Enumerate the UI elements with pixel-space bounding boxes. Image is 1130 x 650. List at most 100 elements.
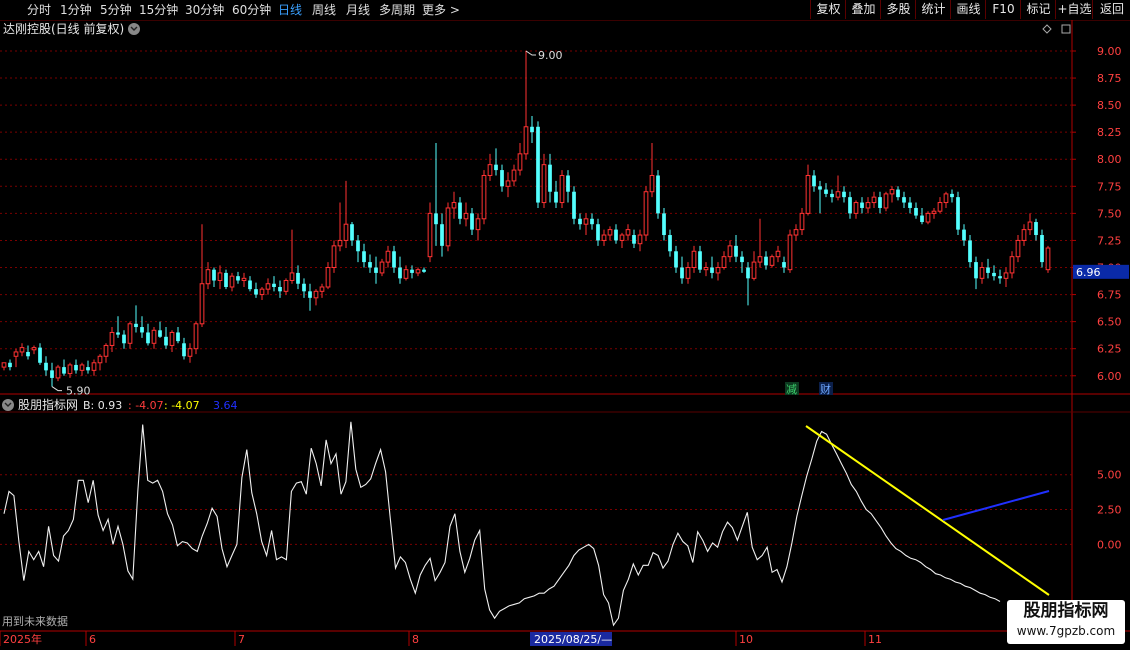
time-label-1: 6 (89, 633, 96, 646)
candle-body-25 (151, 329, 157, 344)
candle-body-170 (1021, 229, 1027, 241)
candle-42 (254, 282, 258, 298)
candle-83 (500, 164, 504, 192)
candle-141 (848, 191, 852, 219)
toolbar-button-3[interactable]: 统计 (915, 0, 951, 19)
period-tab-10[interactable]: 更多 > (422, 0, 460, 20)
candle-body-97 (583, 218, 589, 225)
candle-body-96 (578, 218, 582, 225)
period-tab-9[interactable]: 多周期 (379, 0, 415, 20)
candle-body-126 (757, 256, 763, 263)
yellow-trendline (805, 425, 1050, 596)
candle-body-39 (236, 276, 240, 281)
candle-body-105 (632, 235, 636, 244)
period-tab-3[interactable]: 15分钟 (139, 0, 178, 20)
candle-39 (236, 271, 240, 284)
candle-body-128 (769, 256, 775, 266)
candle-body-79 (475, 218, 481, 231)
candle-67 (403, 265, 409, 281)
candle-body-160 (962, 229, 966, 241)
candle-108 (649, 143, 655, 198)
candle-1 (8, 359, 12, 371)
candle-86 (517, 143, 523, 176)
toolbar-button-8[interactable]: 返回 (1092, 0, 1130, 19)
candle-body-120 (721, 256, 727, 269)
toolbar-button-6[interactable]: 标记 (1020, 0, 1056, 19)
candle-body-38 (229, 275, 235, 288)
period-tab-2[interactable]: 5分钟 (100, 0, 132, 20)
toolbar-button-4[interactable]: 画线 (950, 0, 986, 19)
candle-93 (559, 170, 565, 208)
candle-body-18 (109, 331, 115, 346)
candle-body-90 (541, 164, 547, 204)
candle-body-148 (889, 189, 895, 195)
toolbar-button-7[interactable]: +自选 (1055, 0, 1093, 19)
candle-body-19 (116, 332, 120, 335)
candle-88 (530, 115, 534, 144)
candle-body-124 (746, 267, 750, 279)
candle-body-80 (481, 174, 487, 220)
candle-100 (601, 229, 607, 246)
candle-body-171 (1027, 221, 1033, 231)
period-toolbar: 分时 1分钟 5分钟 15分钟 30分钟 60分钟 日线 周线 月线 多周期 更多 > 复权 叠加 多股统… (0, 0, 1130, 21)
candle-body-111 (668, 235, 672, 252)
candle-body-115 (691, 250, 697, 269)
candle-149 (896, 186, 900, 201)
candle-125 (751, 251, 757, 281)
candle-body-122 (734, 245, 738, 257)
candle-9 (55, 364, 61, 382)
candle-body-99 (596, 224, 600, 241)
candle-body-69 (415, 269, 421, 274)
period-tab-0[interactable]: 分时 (27, 0, 51, 20)
candle-body-139 (835, 191, 841, 198)
candle-78 (470, 207, 474, 236)
candle-body-131 (787, 234, 793, 271)
candle-body-71 (427, 212, 433, 258)
candle-80 (481, 170, 487, 225)
candle-body-51 (308, 291, 312, 298)
price-tick-label-11: 6.25 (1097, 343, 1122, 356)
period-tab-4[interactable]: 30分钟 (185, 0, 224, 20)
candle-111 (668, 229, 672, 257)
candle-44 (265, 278, 271, 295)
price-tick-label-1: 8.75 (1097, 72, 1122, 85)
period-tab-7[interactable]: 周线 (312, 0, 336, 20)
period-tab-5[interactable]: 60分钟 (232, 0, 271, 20)
candle-body-57 (343, 223, 349, 241)
period-tab-8[interactable]: 月线 (346, 0, 370, 20)
watermark-url: www.7gpzb.com (1016, 624, 1116, 638)
candle-85 (511, 164, 517, 187)
toolbar-button-5[interactable]: F10 (985, 0, 1021, 19)
candle-body-61 (368, 262, 372, 268)
candle-body-95 (572, 191, 576, 219)
candle-81 (487, 153, 493, 181)
candle-38 (229, 272, 235, 292)
candle-body-94 (566, 175, 570, 192)
toolbar-button-2[interactable]: 多股 (880, 0, 916, 19)
toolbar-button-0[interactable]: 复权 (810, 0, 846, 19)
candle-body-88 (530, 126, 534, 133)
candle-body-55 (331, 245, 337, 269)
price-tick-label-6: 7.50 (1097, 207, 1122, 220)
candle-5 (31, 345, 37, 355)
candle-53 (319, 283, 325, 298)
candle-body-155 (931, 210, 937, 214)
candle-47 (283, 278, 289, 295)
candle-155 (931, 207, 937, 219)
candle-body-6 (38, 347, 42, 363)
toolbar-button-1[interactable]: 叠加 (845, 0, 881, 19)
candle-52 (313, 289, 319, 306)
candle-4 (26, 345, 30, 360)
candle-body-162 (974, 262, 978, 279)
candle-body-141 (848, 197, 852, 214)
low-marker-arrow (51, 386, 62, 392)
candle-77 (463, 202, 469, 227)
period-tab-6[interactable]: 日线 (278, 0, 302, 20)
candle-body-73 (440, 224, 444, 246)
candle-126 (757, 218, 763, 268)
period-tab-1[interactable]: 1分钟 (60, 0, 92, 20)
candle-87 (523, 50, 529, 160)
candle-body-149 (896, 189, 900, 198)
candle-body-145 (871, 196, 877, 204)
candle-body-117 (703, 267, 709, 271)
